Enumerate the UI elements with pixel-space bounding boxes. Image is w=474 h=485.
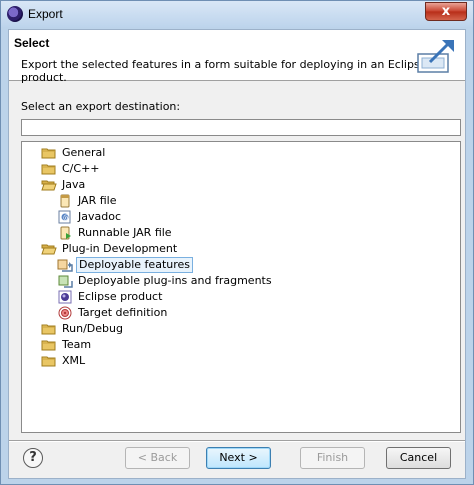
wizard-header: Select Export the selected features in a… — [9, 30, 465, 84]
tree-item-label: C/C++ — [62, 162, 100, 175]
tree-item-deployable-features[interactable]: Deployable features — [57, 257, 194, 273]
destination-tree[interactable]: General C/C++ Java JAR file @ Javadoc Runnable… — [21, 141, 461, 433]
feature-icon — [57, 257, 73, 273]
tree-item-c-c[interactable]: C/C++ — [41, 161, 102, 177]
dialog-content: Select Export the selected features in a… — [8, 29, 466, 479]
folder-icon — [41, 337, 57, 353]
tree-item-eclipse-product[interactable]: Eclipse product — [57, 289, 164, 305]
tree-item-label: XML — [62, 354, 86, 367]
tree-item-label: Javadoc — [78, 210, 121, 223]
tree-item-label: Plug-in Development — [62, 242, 178, 255]
tree-item-target-definition[interactable]: Target definition — [57, 305, 169, 321]
folder-icon — [41, 321, 57, 337]
close-button[interactable]: x — [425, 2, 467, 21]
page-description: Export the selected features in a form s… — [21, 58, 427, 84]
folder-open-icon — [41, 241, 57, 257]
tree-item-xml[interactable]: XML — [41, 353, 87, 369]
tree-item-team[interactable]: Team — [41, 337, 93, 353]
tree-item-label: Deployable features — [76, 257, 194, 273]
eclipse-icon — [7, 6, 23, 22]
back-button[interactable]: < Back — [125, 447, 190, 469]
jar-icon — [57, 193, 73, 209]
title-bar: Export x — [1, 1, 473, 27]
tree-item-plug-in-development[interactable]: Plug-in Development — [41, 241, 179, 257]
help-button[interactable]: ? — [23, 448, 43, 468]
tree-item-label: Run/Debug — [62, 322, 123, 335]
runnable-jar-icon — [57, 225, 73, 241]
destination-label: Select an export destination: — [21, 100, 181, 113]
tree-item-runnable-jar-file[interactable]: Runnable JAR file — [57, 225, 174, 241]
export-dialog: Export x Select Export the selected feat… — [0, 0, 474, 485]
target-icon — [57, 305, 73, 321]
tree-item-run-debug[interactable]: Run/Debug — [41, 321, 125, 337]
tree-item-jar-file[interactable]: JAR file — [57, 193, 118, 209]
tree-item-label: JAR file — [78, 194, 117, 207]
folder-icon — [41, 353, 57, 369]
tree-item-label: Eclipse product — [78, 290, 163, 303]
separator — [9, 440, 465, 442]
tree-item-java[interactable]: Java — [41, 177, 87, 193]
page-title: Select — [14, 36, 50, 50]
cancel-button[interactable]: Cancel — [386, 447, 451, 469]
javadoc-icon: @ — [57, 209, 73, 225]
window-title: Export — [28, 7, 63, 21]
tree-item-label: Deployable plug-ins and fragments — [78, 274, 272, 287]
next-button[interactable]: Next > — [206, 447, 271, 469]
folder-icon — [41, 161, 57, 177]
product-icon — [57, 289, 73, 305]
svg-text:@: @ — [63, 214, 70, 222]
folder-icon — [41, 145, 57, 161]
tree-item-label: Target definition — [78, 306, 168, 319]
finish-button[interactable]: Finish — [300, 447, 365, 469]
tree-item-label: General — [62, 146, 106, 159]
filter-input[interactable] — [21, 119, 461, 136]
tree-item-label: Team — [62, 338, 92, 351]
plugin-icon — [57, 273, 73, 289]
tree-item-javadoc[interactable]: @ Javadoc — [57, 209, 123, 225]
folder-open-icon — [41, 177, 57, 193]
tree-item-label: Runnable JAR file — [78, 226, 172, 239]
tree-item-label: Java — [62, 178, 86, 191]
export-wizard-icon — [417, 40, 454, 73]
tree-item-general[interactable]: General — [41, 145, 107, 161]
tree-item-deployable-plug-ins-and-fragments[interactable]: Deployable plug-ins and fragments — [57, 273, 274, 289]
